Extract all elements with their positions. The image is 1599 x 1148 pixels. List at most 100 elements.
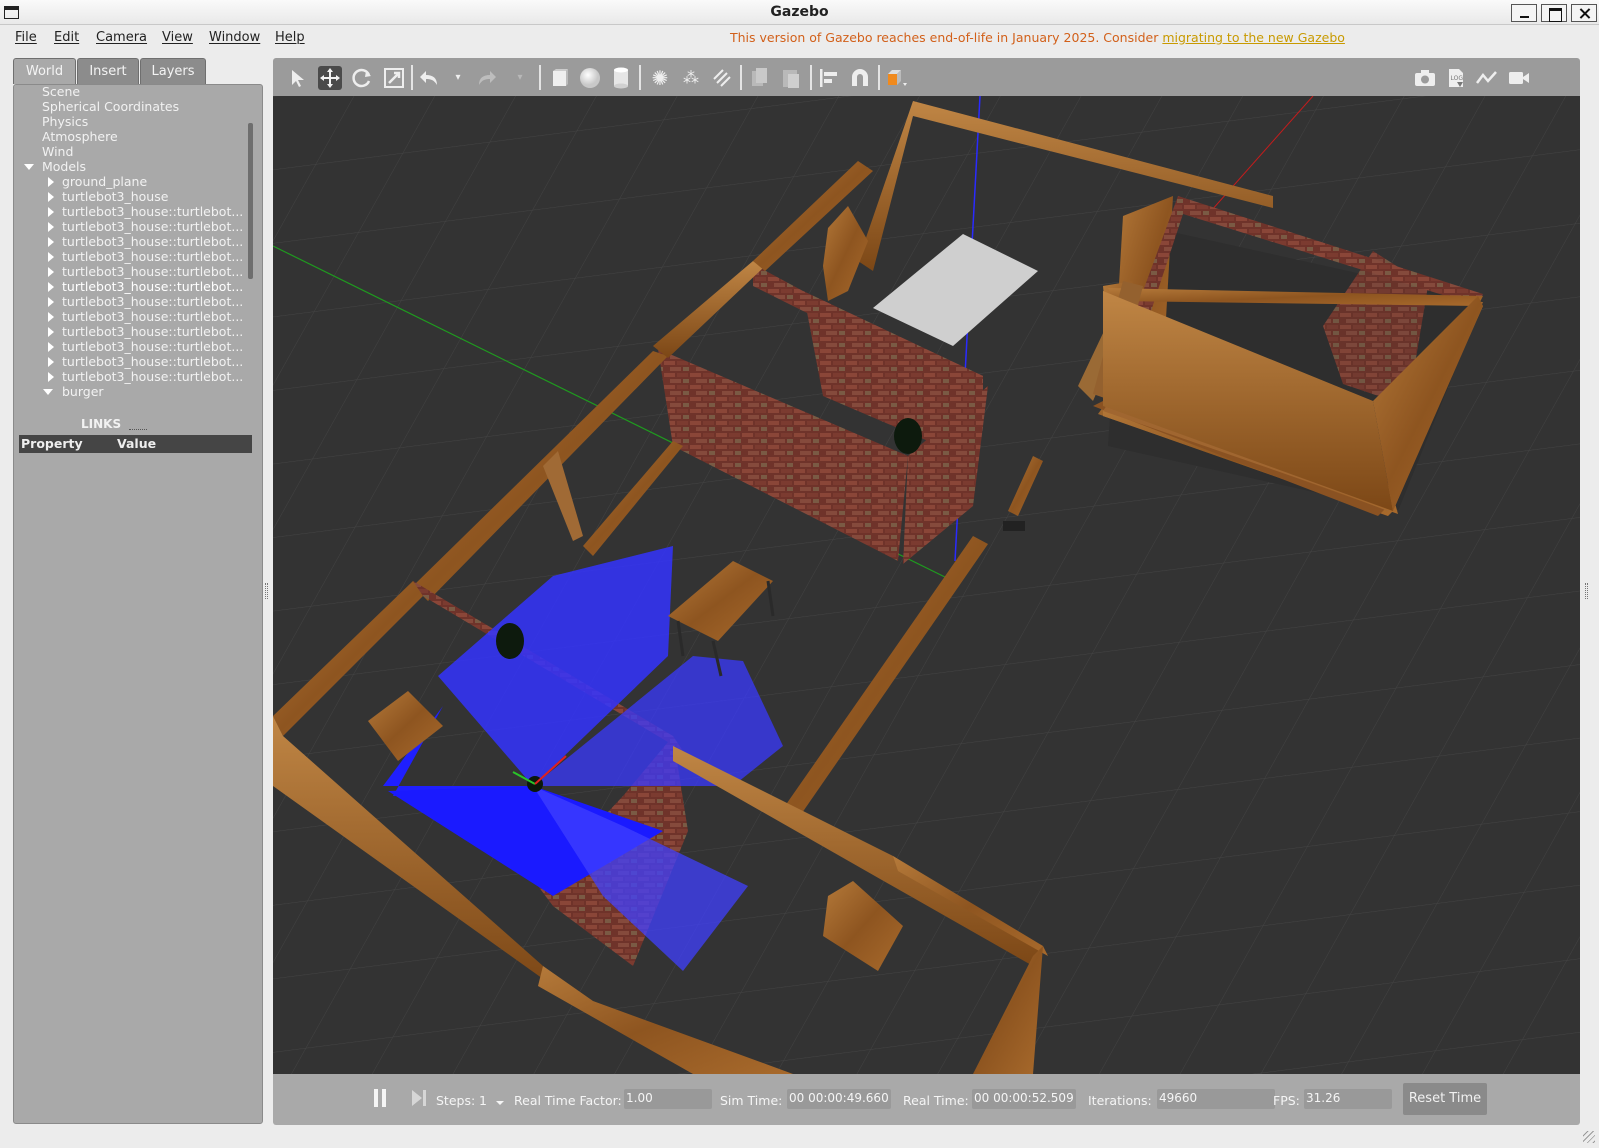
expand-arrow-icon[interactable] bbox=[48, 267, 54, 277]
steps-dropdown-icon[interactable] bbox=[496, 1101, 504, 1105]
undo-icon[interactable] bbox=[416, 66, 440, 90]
scene-viewport[interactable] bbox=[273, 96, 1580, 1074]
collapse-arrow-icon[interactable] bbox=[24, 164, 34, 170]
world-tree: Scene Spherical Coordinates Physics Atmo… bbox=[14, 85, 246, 430]
expand-arrow-icon[interactable] bbox=[48, 342, 54, 352]
maximize-button[interactable] bbox=[1541, 4, 1567, 22]
plot-icon[interactable] bbox=[1475, 66, 1499, 90]
property-table-header: Property Value bbox=[19, 435, 252, 453]
rtf-label: Real Time Factor: bbox=[514, 1093, 622, 1108]
bin bbox=[496, 623, 524, 659]
spot-light-icon[interactable]: ⁂ bbox=[679, 66, 703, 90]
expand-arrow-icon[interactable] bbox=[48, 252, 54, 262]
menu-bar: File Edit Camera View Window Help This v… bbox=[0, 25, 1599, 50]
minimize-button[interactable] bbox=[1511, 4, 1537, 22]
toolbar-separator bbox=[411, 65, 413, 90]
menu-file[interactable]: File bbox=[15, 30, 37, 45]
scene-render[interactable] bbox=[273, 96, 1580, 1074]
align-icon[interactable] bbox=[817, 66, 841, 90]
point-light-icon[interactable]: ✺ bbox=[648, 66, 672, 90]
directional-light-icon[interactable] bbox=[710, 66, 734, 90]
resize-grip[interactable] bbox=[1583, 1131, 1595, 1143]
expand-arrow-icon[interactable] bbox=[48, 237, 54, 247]
box-icon[interactable] bbox=[547, 66, 571, 90]
tab-insert[interactable]: Insert bbox=[77, 58, 139, 84]
menu-window[interactable]: Window bbox=[209, 30, 260, 45]
toolbar-separator bbox=[639, 65, 641, 90]
iterations-label: Iterations: bbox=[1088, 1093, 1152, 1108]
snap-magnet-icon[interactable] bbox=[848, 66, 872, 90]
close-button[interactable] bbox=[1571, 4, 1597, 22]
real-time-field: 00 00:00:52.509 bbox=[972, 1089, 1076, 1109]
tree-scrollbar[interactable] bbox=[248, 123, 253, 279]
scale-icon[interactable] bbox=[382, 66, 406, 90]
camera-icon[interactable] bbox=[1413, 66, 1437, 90]
expand-arrow-icon[interactable] bbox=[48, 327, 54, 337]
redo-icon[interactable] bbox=[476, 66, 500, 90]
collapse-arrow-icon[interactable] bbox=[43, 389, 53, 395]
expand-arrow-icon[interactable] bbox=[48, 357, 54, 367]
panel-splitter[interactable] bbox=[129, 429, 147, 431]
undo-history-dropdown-icon[interactable]: ▾ bbox=[446, 66, 470, 90]
tab-world[interactable]: World bbox=[13, 58, 76, 84]
iterations-field: 49660 bbox=[1157, 1089, 1275, 1109]
left-splitter-handle[interactable] bbox=[265, 583, 268, 599]
menu-camera[interactable]: Camera bbox=[96, 30, 147, 45]
menu-view[interactable]: View bbox=[162, 30, 193, 45]
tab-layers[interactable]: Layers bbox=[140, 58, 206, 84]
tree-item-label: Spherical Coordinates bbox=[42, 99, 180, 114]
world-panel: Scene Spherical Coordinates Physics Atmo… bbox=[13, 84, 263, 1124]
tree-item-label: turtlebot3_house::turtlebot... bbox=[62, 324, 244, 339]
steps-value[interactable]: 1 bbox=[479, 1093, 487, 1108]
sphere-icon[interactable] bbox=[578, 66, 602, 90]
tree-item-label: turtlebot3_house::turtlebot... bbox=[62, 249, 244, 264]
right-splitter-handle[interactable] bbox=[1585, 583, 1588, 599]
migration-link[interactable]: migrating to the new Gazebo bbox=[1162, 30, 1345, 45]
tree-item-label: Scene bbox=[42, 85, 81, 99]
fps-label: FPS: bbox=[1273, 1093, 1300, 1108]
reset-time-button[interactable]: Reset Time bbox=[1403, 1083, 1487, 1115]
expand-arrow-icon[interactable] bbox=[48, 222, 54, 232]
value-column-header[interactable]: Value bbox=[117, 436, 156, 451]
tree-item-label: turtlebot3_house::turtlebot... bbox=[62, 294, 244, 309]
tree-item-label: turtlebot3_house bbox=[62, 189, 169, 204]
log-icon[interactable]: LOG bbox=[1444, 66, 1468, 90]
video-record-icon[interactable] bbox=[1507, 66, 1531, 90]
step-icon[interactable] bbox=[412, 1090, 428, 1108]
sim-time-field: 00 00:00:49.660 bbox=[787, 1089, 891, 1109]
fps-field: 31.26 bbox=[1304, 1089, 1392, 1109]
toolbar: ▾ ▾ ✺ ⁂ LOG bbox=[273, 58, 1580, 96]
sim-time-label: Sim Time: bbox=[720, 1093, 783, 1108]
cylinder-icon[interactable] bbox=[609, 66, 633, 90]
eol-notice: This version of Gazebo reaches end-of-li… bbox=[730, 30, 1345, 45]
expand-arrow-icon[interactable] bbox=[48, 282, 54, 292]
ground-grid bbox=[273, 96, 1580, 1074]
steps-label: Steps: bbox=[436, 1093, 476, 1108]
expand-arrow-icon[interactable] bbox=[48, 177, 54, 187]
tree-item-label: Models bbox=[42, 159, 87, 174]
rotate-icon[interactable] bbox=[350, 66, 374, 90]
menu-help[interactable]: Help bbox=[275, 30, 305, 45]
expand-arrow-icon[interactable] bbox=[48, 372, 54, 382]
menu-edit[interactable]: Edit bbox=[54, 30, 79, 45]
expand-arrow-icon[interactable] bbox=[48, 192, 54, 202]
pause-icon[interactable] bbox=[373, 1089, 387, 1107]
expand-arrow-icon[interactable] bbox=[48, 207, 54, 217]
toolbar-separator bbox=[878, 65, 880, 90]
copy-icon[interactable] bbox=[748, 66, 772, 90]
view-angle-icon[interactable] bbox=[885, 66, 909, 90]
tree-item-label: turtlebot3_house::turtlebot... bbox=[62, 339, 244, 354]
tree-item-label: burger bbox=[62, 384, 104, 399]
tree-item-label: turtlebot3_house::turtlebot... bbox=[62, 234, 244, 249]
paste-icon[interactable] bbox=[779, 66, 803, 90]
tree-item-label: turtlebot3_house::turtlebot... bbox=[62, 309, 244, 324]
select-arrow-icon[interactable] bbox=[286, 66, 310, 90]
translate-icon[interactable] bbox=[318, 66, 342, 90]
expand-arrow-icon[interactable] bbox=[48, 312, 54, 322]
simulation-status-bar: Steps: 1 Real Time Factor: 1.00 Sim Time… bbox=[273, 1074, 1580, 1125]
tree-item-label: turtlebot3_house::turtlebot... bbox=[62, 204, 244, 219]
property-column-header[interactable]: Property bbox=[21, 436, 83, 451]
tree-item-label: turtlebot3_house::turtlebot... bbox=[62, 354, 244, 369]
redo-history-dropdown-icon[interactable]: ▾ bbox=[508, 66, 532, 90]
expand-arrow-icon[interactable] bbox=[48, 297, 54, 307]
